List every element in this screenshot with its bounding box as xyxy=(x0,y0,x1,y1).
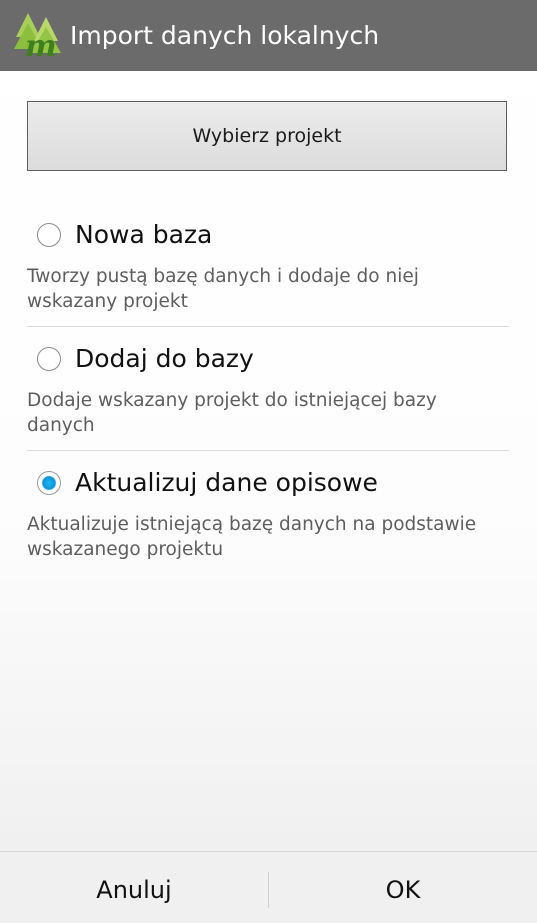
option-add-to-database-label: Dodaj do bazy xyxy=(75,344,254,373)
choose-project-label: Wybierz projekt xyxy=(192,125,342,147)
cancel-button[interactable]: Anuluj xyxy=(0,852,268,923)
dialog-button-bar: Anuluj OK xyxy=(0,851,537,923)
radio-add-to-database[interactable] xyxy=(37,346,61,371)
ok-button[interactable]: OK xyxy=(269,852,537,923)
option-new-database-label: Nowa baza xyxy=(75,220,213,249)
trees-m-logo-icon: m xyxy=(14,13,61,59)
option-add-to-database[interactable]: Dodaj do bazy xyxy=(37,344,254,373)
divider xyxy=(27,326,509,327)
option-update-descriptive-data[interactable]: Aktualizuj dane opisowe xyxy=(37,468,378,497)
dialog-titlebar: m Import danych lokalnych xyxy=(0,0,537,71)
divider xyxy=(27,450,509,451)
option-add-to-database-description: Dodaje wskazany projekt do istniejącej b… xyxy=(27,390,437,436)
dialog-title: Import danych lokalnych xyxy=(70,21,380,50)
option-update-descriptive-data-label: Aktualizuj dane opisowe xyxy=(75,468,378,497)
radio-update-descriptive-data[interactable] xyxy=(37,470,61,495)
option-new-database-description: Tworzy pustą bazę danych i dodaje do nie… xyxy=(27,266,419,312)
radio-new-database[interactable] xyxy=(37,222,61,247)
option-new-database[interactable]: Nowa baza xyxy=(37,220,212,249)
option-update-descriptive-data-description: Aktualizuje istniejącą bazę danych na po… xyxy=(27,514,477,560)
svg-text:m: m xyxy=(25,29,57,59)
choose-project-button[interactable]: Wybierz projekt xyxy=(27,101,507,171)
